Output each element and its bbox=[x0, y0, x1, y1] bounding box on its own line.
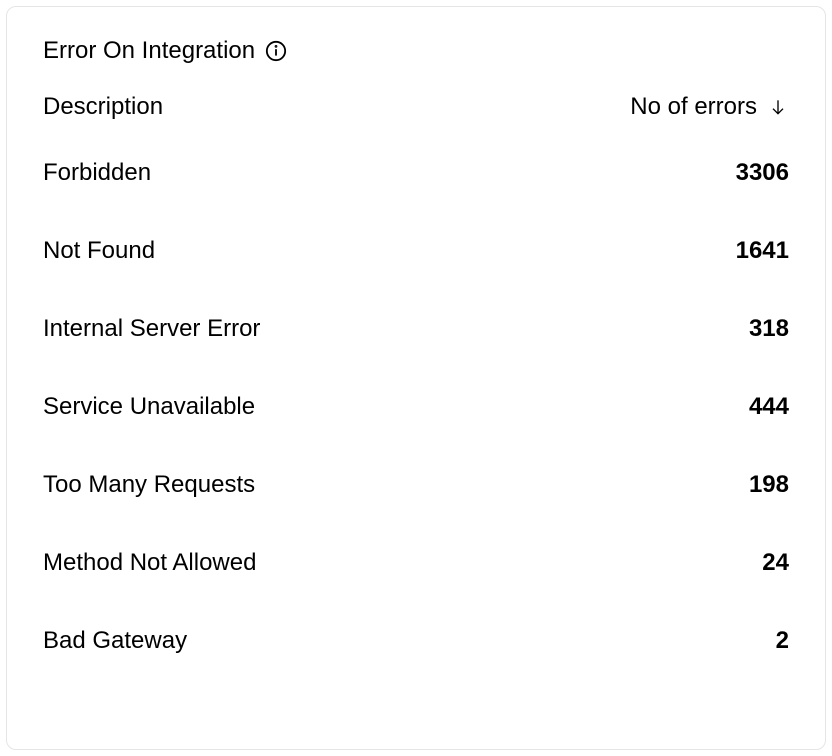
row-count: 198 bbox=[749, 471, 789, 499]
info-icon[interactable] bbox=[265, 40, 287, 62]
column-header-count-label: No of errors bbox=[630, 93, 757, 121]
table-row: Bad Gateway 2 bbox=[43, 627, 789, 655]
row-count: 444 bbox=[749, 393, 789, 421]
column-header-description[interactable]: Description bbox=[43, 93, 163, 121]
table-row: Method Not Allowed 24 bbox=[43, 549, 789, 577]
table-body: Forbidden 3306 Not Found 1641 Internal S… bbox=[43, 159, 789, 655]
table-header: Description No of errors bbox=[43, 93, 789, 121]
row-description: Method Not Allowed bbox=[43, 549, 256, 577]
column-header-count[interactable]: No of errors bbox=[630, 93, 789, 121]
table-row: Forbidden 3306 bbox=[43, 159, 789, 187]
row-description: Too Many Requests bbox=[43, 471, 255, 499]
card-title-row: Error On Integration bbox=[43, 37, 789, 65]
table-row: Internal Server Error 318 bbox=[43, 315, 789, 343]
table-row: Too Many Requests 198 bbox=[43, 471, 789, 499]
table-row: Not Found 1641 bbox=[43, 237, 789, 265]
row-count: 24 bbox=[762, 549, 789, 577]
error-integration-card: Error On Integration Description No of e… bbox=[6, 6, 826, 750]
row-count: 3306 bbox=[736, 159, 789, 187]
row-description: Bad Gateway bbox=[43, 627, 187, 655]
row-description: Internal Server Error bbox=[43, 315, 260, 343]
table-row: Service Unavailable 444 bbox=[43, 393, 789, 421]
card-title: Error On Integration bbox=[43, 37, 255, 65]
row-count: 1641 bbox=[736, 237, 789, 265]
row-description: Forbidden bbox=[43, 159, 151, 187]
row-count: 2 bbox=[776, 627, 789, 655]
row-description: Service Unavailable bbox=[43, 393, 255, 421]
row-count: 318 bbox=[749, 315, 789, 343]
sort-descending-icon bbox=[767, 96, 789, 118]
row-description: Not Found bbox=[43, 237, 155, 265]
